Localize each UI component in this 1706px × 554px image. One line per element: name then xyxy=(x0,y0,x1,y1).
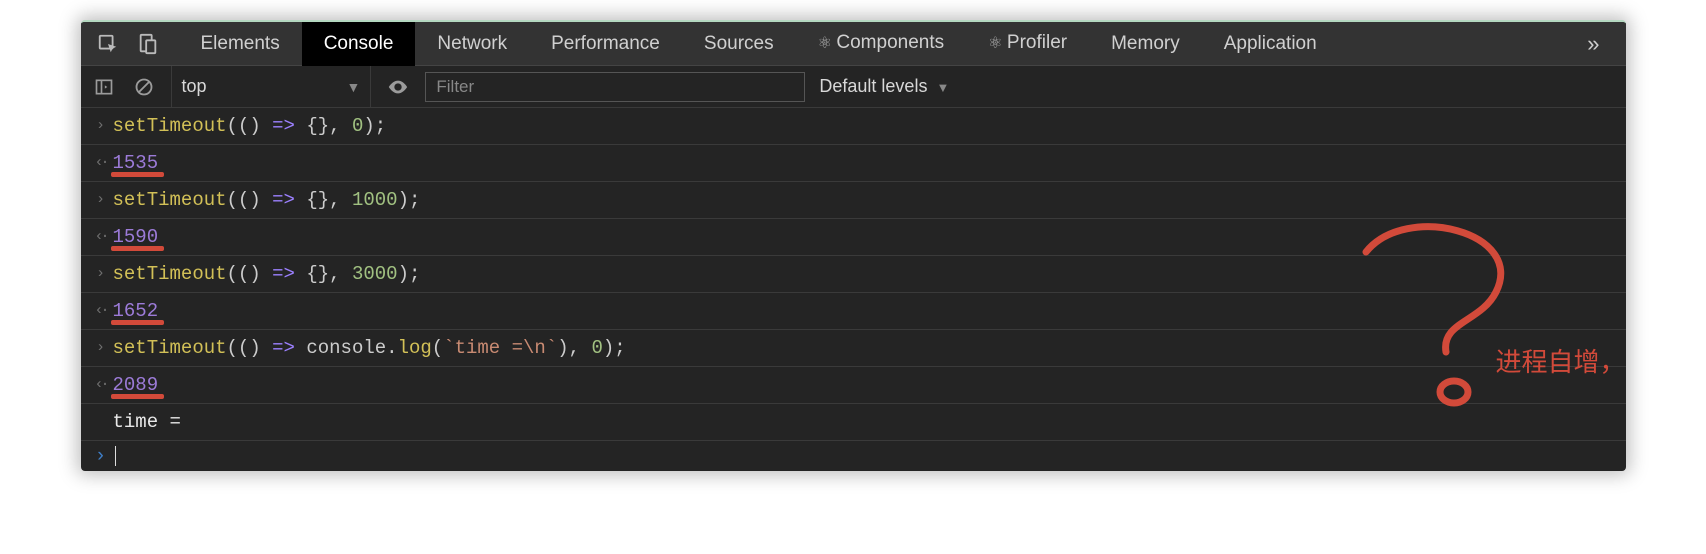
input-chevron-icon: › xyxy=(89,334,113,362)
input-chevron-icon: › xyxy=(89,112,113,140)
console-row: ‹·1590 xyxy=(81,219,1626,256)
console-log-text: time = xyxy=(113,408,181,436)
devtools-window: Elements Console Network Performance Sou… xyxy=(81,20,1626,471)
log-levels-select[interactable]: Default levels ▼ xyxy=(819,76,949,97)
tab-elements[interactable]: Elements xyxy=(179,22,302,66)
tab-application[interactable]: Application xyxy=(1202,22,1339,66)
console-input-code: setTimeout(() => {}, 0); xyxy=(113,112,387,140)
input-chevron-icon: › xyxy=(89,186,113,214)
tab-console[interactable]: Console xyxy=(302,22,416,66)
console-output: 1652 xyxy=(113,297,159,325)
console-log-area[interactable]: ›setTimeout(() => {}, 0);‹·1535›setTimeo… xyxy=(81,108,1626,471)
sidebar-toggle-icon[interactable] xyxy=(91,74,117,100)
console-input-code: setTimeout(() => {}, 3000); xyxy=(113,260,421,288)
console-input-code: setTimeout(() => console.log(`time =\n`)… xyxy=(113,334,626,362)
live-expression-icon[interactable] xyxy=(385,74,411,100)
console-toolbar: top ▼ Default levels ▼ xyxy=(81,66,1626,108)
output-chevron-icon: ‹· xyxy=(89,297,113,325)
clear-console-icon[interactable] xyxy=(131,74,157,100)
console-output: 2089 xyxy=(113,371,159,399)
filter-input[interactable] xyxy=(425,72,805,102)
context-label: top xyxy=(182,76,207,97)
console-row: ›setTimeout(() => {}, 1000); xyxy=(81,182,1626,219)
console-output: 1590 xyxy=(113,223,159,251)
console-row: ‹·1652 xyxy=(81,293,1626,330)
tab-components[interactable]: Components xyxy=(796,21,967,66)
output-chevron-icon: ‹· xyxy=(89,149,113,177)
return-value: 1535 xyxy=(113,152,159,174)
console-row: time = xyxy=(81,404,1626,441)
devtools-tabs-bar: Elements Console Network Performance Sou… xyxy=(81,22,1626,66)
tab-performance[interactable]: Performance xyxy=(529,22,682,66)
output-chevron-icon: ‹· xyxy=(89,371,113,399)
return-value: 1590 xyxy=(113,226,159,248)
console-row: ›setTimeout(() => console.log(`time =\n`… xyxy=(81,330,1626,367)
chevron-down-icon: ▼ xyxy=(347,79,361,95)
console-row: ‹·1535 xyxy=(81,145,1626,182)
console-input-code: setTimeout(() => {}, 1000); xyxy=(113,186,421,214)
tabs-overflow-icon[interactable]: » xyxy=(1571,31,1615,57)
tab-profiler[interactable]: Profiler xyxy=(966,21,1089,66)
console-output: 1535 xyxy=(113,149,159,177)
text-cursor xyxy=(115,446,116,466)
device-toggle-icon[interactable] xyxy=(135,31,161,57)
console-prompt[interactable]: › xyxy=(81,441,1626,471)
execution-context-select[interactable]: top ▼ xyxy=(171,66,372,107)
tab-network[interactable]: Network xyxy=(415,22,529,66)
tab-memory[interactable]: Memory xyxy=(1089,22,1202,66)
prompt-chevron-icon: › xyxy=(89,445,113,467)
return-value: 1652 xyxy=(113,300,159,322)
return-value: 2089 xyxy=(113,374,159,396)
inspect-icon-group xyxy=(91,31,169,57)
input-chevron-icon: › xyxy=(89,260,113,288)
tab-sources[interactable]: Sources xyxy=(682,22,796,66)
levels-label: Default levels xyxy=(819,76,927,96)
console-row: ›setTimeout(() => {}, 3000); xyxy=(81,256,1626,293)
output-chevron-icon: ‹· xyxy=(89,223,113,251)
console-row: ‹·2089 xyxy=(81,367,1626,404)
console-row: ›setTimeout(() => {}, 0); xyxy=(81,108,1626,145)
inspect-element-icon[interactable] xyxy=(95,31,121,57)
chevron-down-icon: ▼ xyxy=(936,80,949,95)
